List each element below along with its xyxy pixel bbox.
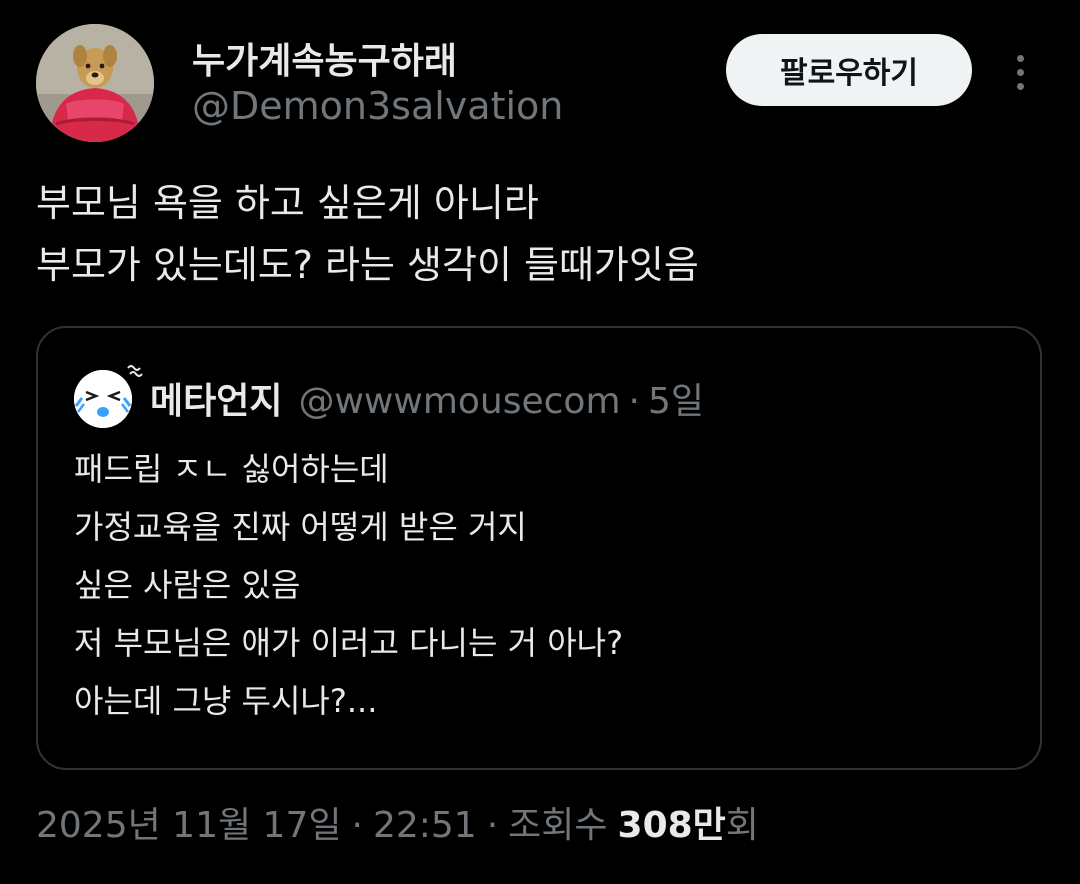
- tweet-text-line: 부모님 욕을 하고 싶은게 아니라: [36, 181, 539, 225]
- quoted-text-line: 패드립 ㅈㄴ 싫어하는데: [74, 450, 389, 488]
- quoted-text-line: 싶은 사람은 있음: [74, 566, 301, 604]
- meta-separator: ·: [486, 805, 499, 846]
- views-label: 조회수: [508, 805, 608, 846]
- author-display-name[interactable]: 누가계속농구하래: [192, 32, 457, 84]
- quoted-tweet-text: 패드립 ㅈㄴ 싫어하는데 가정교육을 진짜 어떻게 받은 거지 싶은 사람은 있…: [74, 440, 623, 730]
- more-options-button[interactable]: [1000, 46, 1040, 98]
- more-vertical-icon-dot: [1016, 54, 1024, 62]
- quoted-author-handle[interactable]: @wwwmousecom: [298, 381, 620, 422]
- tweet-meta: 2025년 11월 17일 · 22:51 · 조회수 308만 회: [36, 796, 759, 848]
- meta-separator: ·: [351, 805, 363, 846]
- author-avatar[interactable]: [36, 24, 154, 142]
- quoted-tweet-header: 메타언지 @wwwmousecom · 5일: [150, 372, 704, 424]
- quoted-tweet-card[interactable]: 메타언지 @wwwmousecom · 5일 패드립 ㅈㄴ 싫어하는데 가정교육…: [36, 326, 1042, 770]
- quoted-header-separator: ·: [628, 381, 640, 422]
- quoted-author-display-name[interactable]: 메타언지: [150, 372, 282, 424]
- tweet-text-line: 부모가 있는데도? 라는 생각이 들때가잇음: [36, 243, 699, 287]
- tweet-date[interactable]: 2025년 11월 17일: [36, 796, 341, 848]
- quoted-author-avatar[interactable]: [74, 365, 143, 428]
- quoted-tweet-time[interactable]: 5일: [648, 372, 704, 424]
- quoted-text-line: 저 부모님은 애가 이러고 다니는 거 아나?: [74, 624, 624, 662]
- views-suffix: 회: [725, 805, 759, 846]
- views-count[interactable]: 308만: [618, 796, 726, 848]
- more-vertical-icon-dot: [1016, 82, 1024, 90]
- crying-face-avatar-icon: [74, 365, 143, 428]
- tweet-text: 부모님 욕을 하고 싶은게 아니라 부모가 있는데도? 라는 생각이 들때가잇음: [36, 172, 1046, 296]
- author-handle[interactable]: @Demon3salvation: [192, 84, 563, 128]
- more-vertical-icon-dot: [1016, 68, 1024, 76]
- follow-button[interactable]: 팔로우하기: [726, 34, 972, 106]
- quoted-text-line: 가정교육을 진짜 어떻게 받은 거지: [74, 508, 527, 546]
- quoted-text-line: 아는데 그냥 두시나?...: [74, 682, 378, 720]
- dog-in-red-jacket-avatar-icon: [36, 24, 154, 142]
- tweet-time[interactable]: 22:51: [373, 805, 477, 846]
